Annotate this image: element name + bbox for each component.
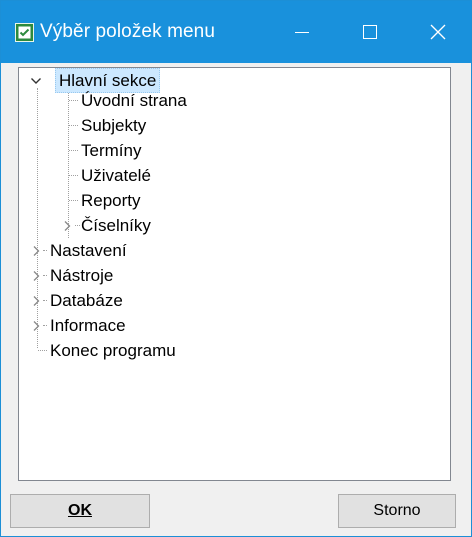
tree-item-reporty[interactable]: Reporty [19, 188, 450, 213]
tree-item-databaze[interactable]: Databáze [19, 288, 450, 313]
chevron-right-icon[interactable] [31, 320, 41, 332]
maximize-icon [363, 25, 377, 39]
chevron-down-icon[interactable] [30, 76, 42, 86]
tree-item-ciselniky[interactable]: Číselníky [19, 213, 450, 238]
tree-item-konec-programu[interactable]: Konec programu [19, 338, 450, 363]
tree-item-label: Reporty [81, 191, 141, 210]
cancel-button[interactable]: Storno [338, 494, 456, 528]
dialog-window: Výběr položek menu Hlavní sekce Úvodní s… [0, 0, 472, 537]
chevron-right-icon[interactable] [31, 245, 41, 257]
tree-item-uvodni-strana[interactable]: Úvodní strana [19, 88, 450, 113]
tree-item-label: Konec programu [50, 341, 176, 360]
tree-item-label: Úvodní strana [81, 91, 187, 110]
tree-item-subjekty[interactable]: Subjekty [19, 113, 450, 138]
tree-item-informace[interactable]: Informace [19, 313, 450, 338]
tree-item-label: Subjekty [81, 116, 147, 135]
window-title: Výběr položek menu [40, 21, 216, 42]
cancel-button-label: Storno [373, 502, 421, 519]
minimize-icon [295, 32, 309, 33]
tree-item-label: Číselníky [81, 216, 151, 235]
close-icon [430, 24, 446, 40]
chevron-right-icon[interactable] [31, 295, 41, 307]
tree-item-label: Termíny [81, 141, 142, 160]
ok-button-label: OK [68, 502, 92, 519]
maximize-button[interactable] [338, 1, 404, 63]
tree-item-label: Databáze [50, 291, 123, 310]
checkbox-list-icon [15, 23, 34, 42]
tree-item-label: Uživatelé [81, 166, 151, 185]
menu-tree[interactable]: Hlavní sekce Úvodní strana Subjekty Term… [18, 67, 451, 481]
title-bar[interactable]: Výběr položek menu [1, 1, 471, 63]
tree-item-label: Nastavení [50, 241, 127, 260]
ok-button[interactable]: OK [10, 494, 150, 528]
close-button[interactable] [405, 1, 471, 63]
tree-item-label: Informace [50, 316, 126, 335]
chevron-right-icon[interactable] [31, 270, 41, 282]
chevron-right-icon[interactable] [62, 220, 72, 232]
tree-item-uzivatele[interactable]: Uživatelé [19, 163, 450, 188]
tree-item-terminy[interactable]: Termíny [19, 138, 450, 163]
tree-item-label: Nástroje [50, 266, 114, 285]
tree-item-nastroje[interactable]: Nástroje [19, 263, 450, 288]
tree-item-nastaveni[interactable]: Nastavení [19, 238, 450, 263]
minimize-button[interactable] [270, 1, 336, 63]
